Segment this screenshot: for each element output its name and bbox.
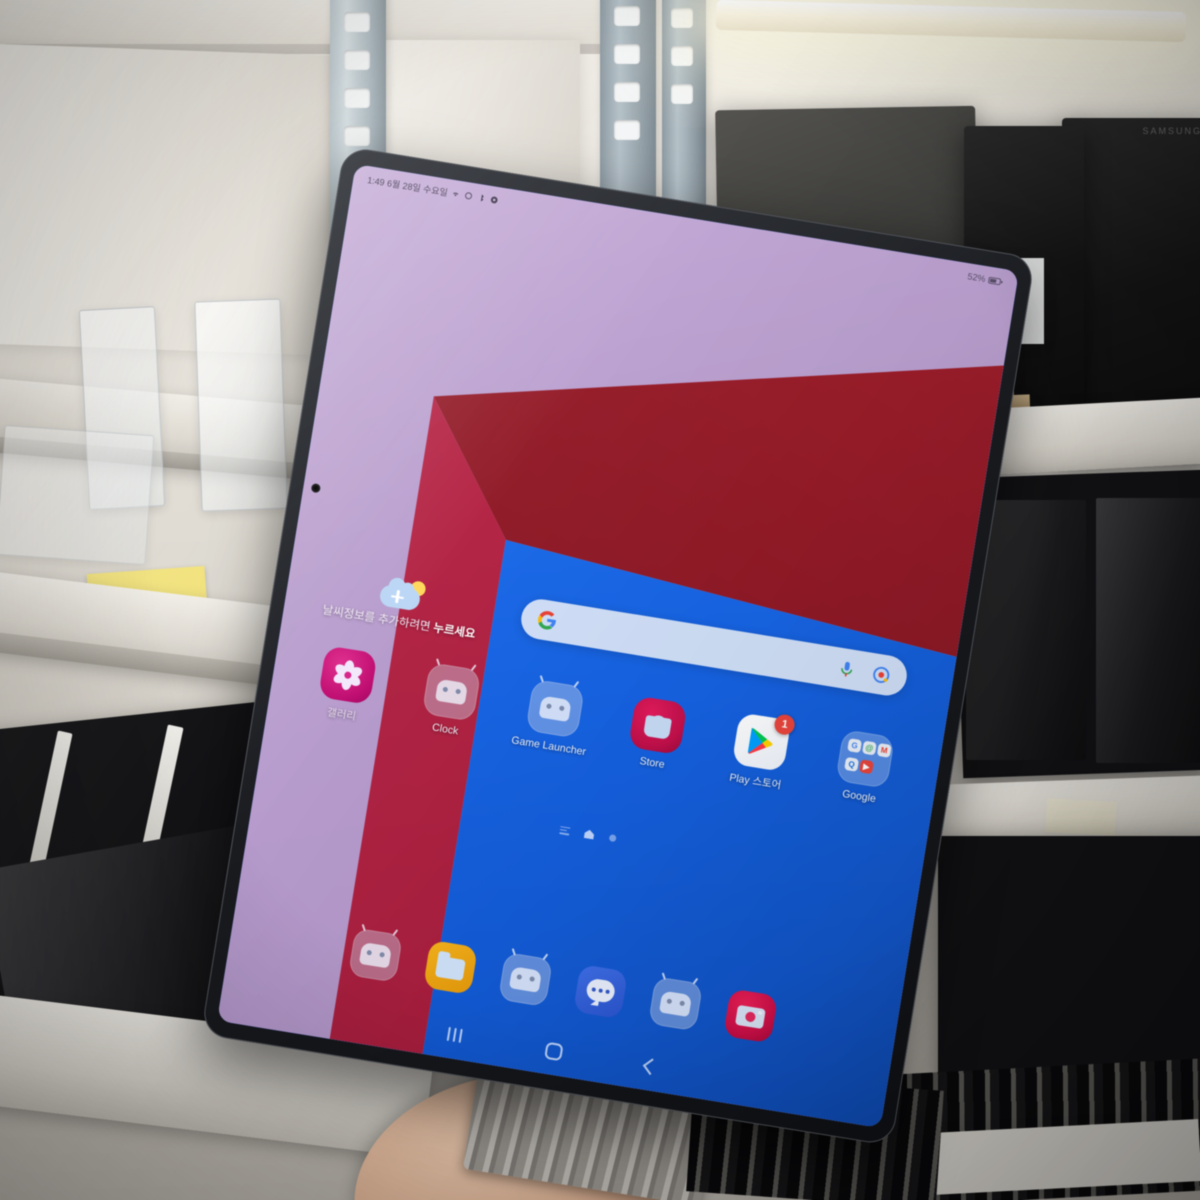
app-game-launcher[interactable]: Game Launcher (500, 675, 606, 762)
galaxy-tablet[interactable]: 1:49 6월 28일 수요일 52% 날씨정보를 추가하려면 누르세요 갤러리… (200, 145, 1036, 1147)
page-dot-icon[interactable] (608, 834, 617, 843)
folder-mini-5: ▶ (858, 759, 874, 775)
messages-icon[interactable] (572, 964, 629, 1020)
folder-mini-1: G (847, 738, 863, 754)
folder-glyph (434, 955, 466, 981)
dark-items-right-bottom (938, 836, 1200, 1096)
app-clock[interactable]: Clock (396, 658, 502, 746)
play-store-icon[interactable]: 1 (731, 712, 797, 773)
shelf-panel-left (0, 43, 350, 357)
wall-top-strip (0, 0, 600, 44)
home-page-icon[interactable] (583, 829, 594, 839)
app-google-folder[interactable]: G @ M Q ▶ Google (810, 726, 916, 813)
bluetooth-icon (481, 193, 485, 202)
home-icon[interactable] (544, 1041, 564, 1061)
gallery-icon[interactable] (318, 645, 378, 706)
wifi-icon (453, 192, 459, 196)
contacts-placeholder-icon[interactable] (497, 948, 554, 1008)
battery-percent-label: 52% (966, 271, 987, 284)
back-icon[interactable] (642, 1058, 660, 1076)
folder-mini-4: Q (844, 756, 860, 772)
acrylic-stand-3 (0, 424, 155, 566)
battery-icon (988, 276, 1003, 285)
camera-body-glyph (734, 1005, 766, 1030)
cloud-sun-plus-icon (378, 576, 428, 613)
galaxy-store-icon[interactable] (628, 695, 689, 756)
internet-placeholder-icon[interactable] (648, 972, 704, 1032)
game-launcher-placeholder-icon[interactable] (524, 675, 585, 739)
tablet-bezel: 1:49 6월 28일 수요일 52% 날씨정보를 추가하려면 누르세요 갤러리… (200, 145, 1036, 1147)
microphone-icon[interactable] (836, 658, 858, 680)
shelf-deck-right-lower (929, 774, 1200, 846)
status-bar-right: 52% (967, 271, 1004, 287)
play-triangle-glyph (748, 727, 773, 754)
shelf-upright-3 (662, 0, 706, 207)
apps-list-icon[interactable] (558, 825, 570, 836)
photo-scene: SAMSUNG 1:49 6월 28일 수요일 52% 날씨정보를 추가하려면 … (0, 0, 1200, 1200)
app-store[interactable]: Store (603, 692, 709, 779)
recents-icon[interactable] (446, 1026, 464, 1043)
settings-icon (491, 196, 499, 203)
google-lens-icon[interactable] (870, 664, 892, 686)
clock-placeholder-icon[interactable] (421, 658, 482, 722)
app-play-store[interactable]: 1 Play 스토어 (707, 709, 813, 796)
gallery-flower-glyph (331, 658, 365, 692)
google-g-icon (538, 611, 556, 630)
monitor-brand-label: SAMSUNG (1142, 126, 1200, 136)
phone-placeholder-icon[interactable] (347, 923, 403, 983)
laptop-body-right-2 (1096, 498, 1200, 763)
camera-icon[interactable] (723, 988, 779, 1044)
google-folder-icon[interactable]: G @ M Q ▶ (835, 729, 895, 789)
acrylic-stand-2 (194, 298, 288, 512)
my-files-icon[interactable] (422, 939, 478, 995)
gps-icon (465, 191, 473, 199)
tablet-screen[interactable]: 1:49 6월 28일 수요일 52% 날씨정보를 추가하려면 누르세요 갤러리… (216, 163, 1020, 1129)
folder-mini-3: M (876, 742, 892, 758)
store-bag-glyph (643, 715, 673, 740)
app-gallery[interactable]: 갤러리 (293, 642, 399, 729)
folder-mini-2: @ (861, 740, 877, 756)
message-bubble-glyph (585, 977, 617, 1004)
